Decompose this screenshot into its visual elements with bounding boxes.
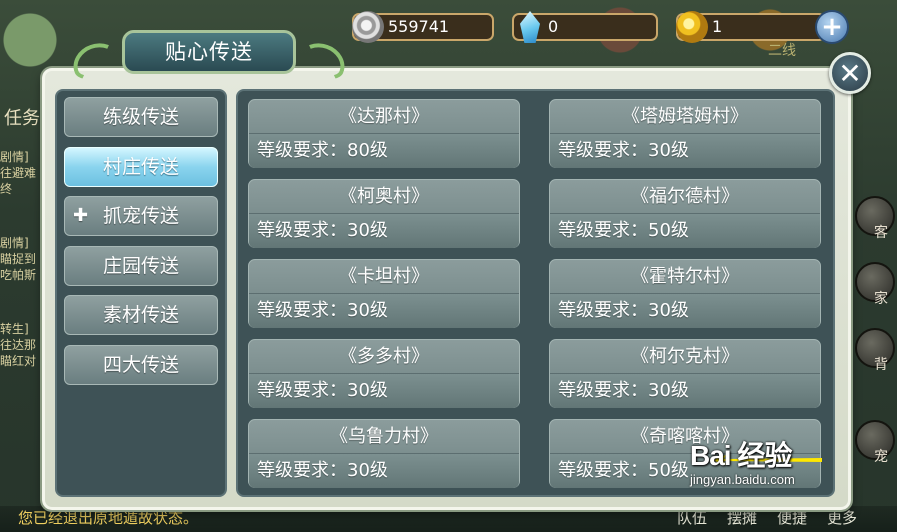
bottom-buttons: 队伍 摆摊 便捷 更多 xyxy=(677,507,857,528)
bg-quest-line: 终 xyxy=(0,182,13,196)
bg-quest-line: 瞄捉到 xyxy=(0,252,37,266)
diamond-counter: 0 xyxy=(512,11,658,43)
gold-coin-icon xyxy=(676,11,708,43)
category-label: 庄园传送 xyxy=(102,254,179,277)
gold-amount: 1 xyxy=(712,17,723,36)
level-requirement: 等级要求：80级 xyxy=(249,134,519,168)
right-menu-label: 宠 xyxy=(874,449,888,465)
gold-counter: 1 xyxy=(676,11,826,43)
bg-quest-line: 剧情] xyxy=(0,236,29,250)
silver-counter: 559741 xyxy=(352,11,494,43)
diamond-amount: 0 xyxy=(548,17,559,36)
level-requirement: 等级要求：30级 xyxy=(249,454,519,488)
category-label: 四大传送 xyxy=(102,353,179,376)
village-name: 《乌鲁力村》 xyxy=(249,420,519,454)
village-name: 《多多村》 xyxy=(249,340,519,374)
silver-coin-icon xyxy=(352,11,384,43)
village-card[interactable]: 《乌鲁力村》 等级要求：30级 xyxy=(248,419,520,488)
add-currency-button[interactable]: + xyxy=(815,10,849,44)
crystal-icon xyxy=(520,11,540,43)
category-label: 练级传送 xyxy=(102,106,179,128)
right-menu-label: 客 xyxy=(874,225,888,241)
village-card[interactable]: 《福尔德村》 等级要求：50级 xyxy=(549,179,821,248)
task-panel-label: 任务 xyxy=(4,108,40,129)
village-name: 《塔姆塔姆村》 xyxy=(550,100,820,134)
right-menu-label: 家 xyxy=(874,291,888,307)
bg-quest-line: 瞄红对 xyxy=(0,354,37,368)
category-village[interactable]: 村庄传送 xyxy=(64,146,218,187)
category-label: 抓宠传送 xyxy=(102,205,179,227)
bg-quest-line: 往避难 xyxy=(0,166,37,180)
plus-icon: ✚ xyxy=(73,205,89,226)
right-menu-button[interactable]: 宠 xyxy=(855,420,895,465)
category-label: 村庄传送 xyxy=(102,155,179,178)
village-card[interactable]: 《柯奥村》 等级要求：30级 xyxy=(248,179,520,248)
close-button[interactable]: ✕ xyxy=(829,52,871,94)
bg-quest-line: 剧情] xyxy=(0,150,29,164)
village-name: 《达那村》 xyxy=(249,100,519,134)
bg-quest-line: 转生] xyxy=(0,322,29,336)
close-icon: ✕ xyxy=(838,56,862,90)
category-four-great[interactable]: 四大传送 xyxy=(64,344,218,385)
village-name: 《卡坦村》 xyxy=(249,260,519,294)
bg-quest-line: 往达那 xyxy=(0,338,37,352)
baidu-watermark: Bai 经验 jingyan.baidu.com xyxy=(690,434,795,487)
village-card[interactable]: 《达那村》 等级要求：80级 xyxy=(248,99,520,168)
watermark-url: jingyan.baidu.com xyxy=(690,472,795,487)
watermark-logo: Bai 经验 xyxy=(690,440,792,471)
right-menu-button[interactable]: 客 xyxy=(855,196,895,241)
level-requirement: 等级要求：30级 xyxy=(249,294,519,328)
silver-amount: 559741 xyxy=(388,17,450,36)
category-sidebar: 练级传送 村庄传送 ✚ 抓宠传送 庄园传送 素材传送 四大传送 xyxy=(55,89,227,497)
village-card[interactable]: 《塔姆塔姆村》 等级要求：30级 xyxy=(549,99,821,168)
right-menu-button[interactable]: 家 xyxy=(855,262,895,307)
level-requirement: 等级要求：30级 xyxy=(249,214,519,248)
village-card[interactable]: 《霍特尔村》 等级要求：30级 xyxy=(549,259,821,328)
category-pet-capture[interactable]: ✚ 抓宠传送 xyxy=(64,196,218,236)
village-name: 《柯尔克村》 xyxy=(550,340,820,374)
level-requirement: 等级要求：30级 xyxy=(550,134,820,168)
system-message: 您已经退出原地遁故状态。 xyxy=(18,509,199,527)
right-menu-label: 背 xyxy=(874,357,888,373)
village-name: 《柯奥村》 xyxy=(249,180,519,214)
server-line-label: 二线 xyxy=(768,43,796,59)
stall-button[interactable]: 摆摊 xyxy=(727,507,757,528)
dialog-title: 贴心传送 xyxy=(122,30,296,74)
village-card[interactable]: 《卡坦村》 等级要求：30级 xyxy=(248,259,520,328)
plus-icon: + xyxy=(821,12,843,42)
quick-button[interactable]: 便捷 xyxy=(777,507,807,528)
level-requirement: 等级要求：50级 xyxy=(550,214,820,248)
village-name: 《霍特尔村》 xyxy=(550,260,820,294)
level-requirement: 等级要求：30级 xyxy=(550,294,820,328)
more-button[interactable]: 更多 xyxy=(827,507,857,528)
village-card[interactable]: 《多多村》 等级要求：30级 xyxy=(248,339,520,408)
category-manor[interactable]: 庄园传送 xyxy=(64,245,218,286)
category-label: 素材传送 xyxy=(102,304,179,326)
village-card[interactable]: 《柯尔克村》 等级要求：30级 xyxy=(549,339,821,408)
bg-quest-line: 吃帕斯 xyxy=(0,268,37,282)
category-material[interactable]: 素材传送 xyxy=(64,295,218,335)
right-menu-button[interactable]: 背 xyxy=(855,328,895,373)
team-button[interactable]: 队伍 xyxy=(677,507,707,528)
level-requirement: 等级要求：30级 xyxy=(249,374,519,408)
village-name: 《福尔德村》 xyxy=(550,180,820,214)
level-requirement: 等级要求：30级 xyxy=(550,374,820,408)
category-leveling[interactable]: 练级传送 xyxy=(64,97,218,137)
